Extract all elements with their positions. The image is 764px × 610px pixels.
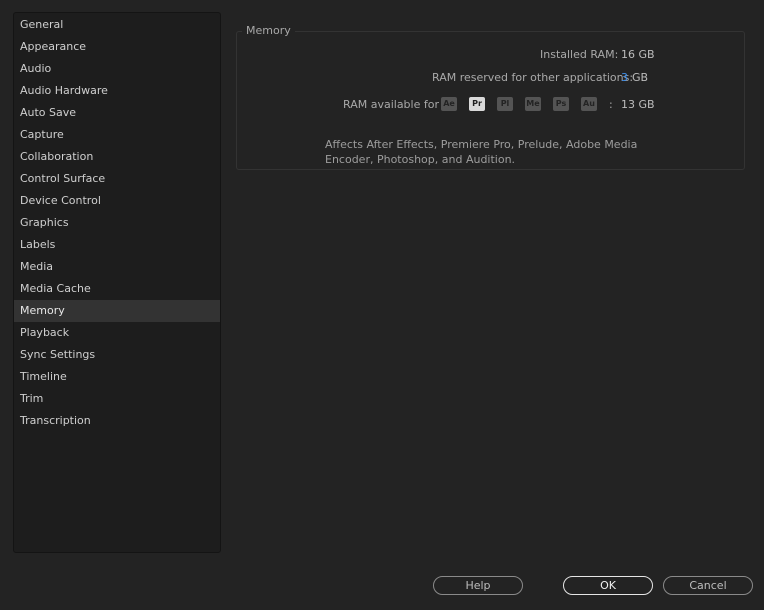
preferences-dialog: General Appearance Audio Audio Hardware … <box>0 0 764 610</box>
sidebar-item-trim[interactable]: Trim <box>14 388 220 410</box>
prelude-icon: Pl <box>497 97 513 111</box>
reserved-ram-unit: GB <box>632 71 649 84</box>
cancel-button[interactable]: Cancel <box>663 576 753 595</box>
sidebar-item-sync-settings[interactable]: Sync Settings <box>14 344 220 366</box>
installed-ram-value: 16 GB <box>621 48 655 61</box>
reserved-ram-label: RAM reserved for other applications: <box>432 71 634 84</box>
sidebar-item-timeline[interactable]: Timeline <box>14 366 220 388</box>
ok-button[interactable]: OK <box>563 576 653 595</box>
premiere-pro-icon: Pr <box>469 97 485 111</box>
photoshop-icon: Ps <box>553 97 569 111</box>
sidebar-item-collaboration[interactable]: Collaboration <box>14 146 220 168</box>
help-button[interactable]: Help <box>433 576 523 595</box>
memory-group-title: Memory <box>242 24 295 38</box>
sidebar-item-playback[interactable]: Playback <box>14 322 220 344</box>
sidebar-item-media-cache[interactable]: Media Cache <box>14 278 220 300</box>
available-ram-label: RAM available for <box>343 98 439 111</box>
audition-icon: Au <box>581 97 597 111</box>
available-ram-value: 13 GB <box>621 98 655 111</box>
sidebar-item-device-control[interactable]: Device Control <box>14 190 220 212</box>
sidebar-item-capture[interactable]: Capture <box>14 124 220 146</box>
sidebar-item-general[interactable]: General <box>14 14 220 36</box>
available-ram-separator: : <box>609 98 613 111</box>
sidebar-item-appearance[interactable]: Appearance <box>14 36 220 58</box>
memory-affects-note: Affects After Effects, Premiere Pro, Pre… <box>325 138 638 166</box>
sidebar-item-media[interactable]: Media <box>14 256 220 278</box>
reserved-ram-value[interactable]: 3 <box>621 71 628 85</box>
installed-ram-label: Installed RAM: <box>540 48 619 61</box>
sidebar-item-graphics[interactable]: Graphics <box>14 212 220 234</box>
sidebar-item-labels[interactable]: Labels <box>14 234 220 256</box>
after-effects-icon: Ae <box>441 97 457 111</box>
media-encoder-icon: Me <box>525 97 541 111</box>
sidebar-item-auto-save[interactable]: Auto Save <box>14 102 220 124</box>
sidebar-item-transcription[interactable]: Transcription <box>14 410 220 432</box>
sidebar-item-audio-hardware[interactable]: Audio Hardware <box>14 80 220 102</box>
sidebar-item-control-surface[interactable]: Control Surface <box>14 168 220 190</box>
sidebar-item-audio[interactable]: Audio <box>14 58 220 80</box>
preferences-sidebar: General Appearance Audio Audio Hardware … <box>13 12 221 553</box>
sidebar-item-memory[interactable]: Memory <box>14 300 220 322</box>
